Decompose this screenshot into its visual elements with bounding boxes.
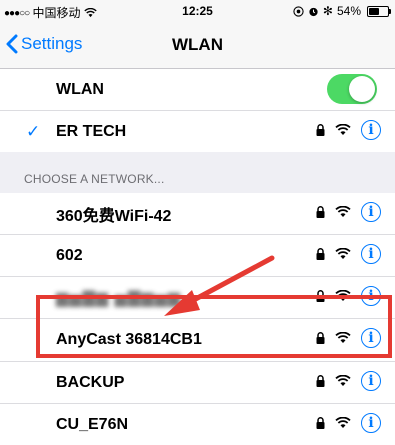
info-icon: i [368,415,374,431]
status-bar: ●●●○○ 中国移动 12:25 ✻ 54% [0,0,395,22]
battery-level-fill [369,7,379,15]
network-icons: i [316,371,381,391]
wifi-signal-icon [335,124,351,135]
wlan-toggle-switch[interactable] [327,74,377,104]
section-header: CHOOSE A NETWORK... [24,172,165,186]
info-button[interactable]: i [361,413,381,433]
location-icon [293,5,304,17]
network-icons: i [316,413,381,433]
battery-percent: 54% [336,4,361,18]
info-icon: i [368,122,374,138]
alarm-icon [309,7,318,16]
wlan-toggle-row: WLAN [0,69,395,111]
network-name: 360免费WiFi-42 [56,207,172,225]
network-name: BACKUP [56,373,125,391]
lock-icon [316,248,325,260]
network-icons: i [316,202,381,222]
wifi-signal-icon [335,417,351,428]
connected-network-name: ER TECH [56,122,127,140]
info-button[interactable]: i [361,120,381,140]
wifi-signal-icon [335,375,351,386]
network-name: CU_E76N [56,415,129,433]
highlight-box [36,295,392,358]
checkmark-icon: ✓ [26,122,41,141]
network-icons: i [316,120,381,140]
network-row[interactable]: BACKUP i [0,362,395,404]
wlan-settings-group: WLAN ✓ ER TECH i [0,69,395,152]
network-name: 602 [56,246,83,264]
bluetooth-icon: ✻ [322,4,333,18]
lock-icon [316,375,325,387]
wlan-toggle-label: WLAN [56,80,104,98]
info-button[interactable]: i [361,244,381,264]
toggle-knob [349,76,375,102]
lock-icon [316,124,325,136]
info-button[interactable]: i [361,371,381,391]
connected-network-row[interactable]: ✓ ER TECH i [0,111,395,152]
network-row[interactable]: 602 i [0,235,395,277]
navigation-bar: Settings WLAN [0,22,395,69]
page-title: WLAN [172,35,223,54]
info-icon: i [368,204,374,220]
lock-icon [316,206,325,218]
wifi-signal-icon [335,248,351,259]
status-right: ✻ 54% [293,4,391,18]
lock-icon [316,417,325,429]
battery-icon [367,5,391,17]
info-button[interactable]: i [361,202,381,222]
wifi-signal-icon [335,206,351,217]
network-row[interactable]: 360免费WiFi-42 i [0,193,395,235]
info-icon: i [368,373,374,389]
network-icons: i [316,244,381,264]
info-icon: i [368,246,374,262]
